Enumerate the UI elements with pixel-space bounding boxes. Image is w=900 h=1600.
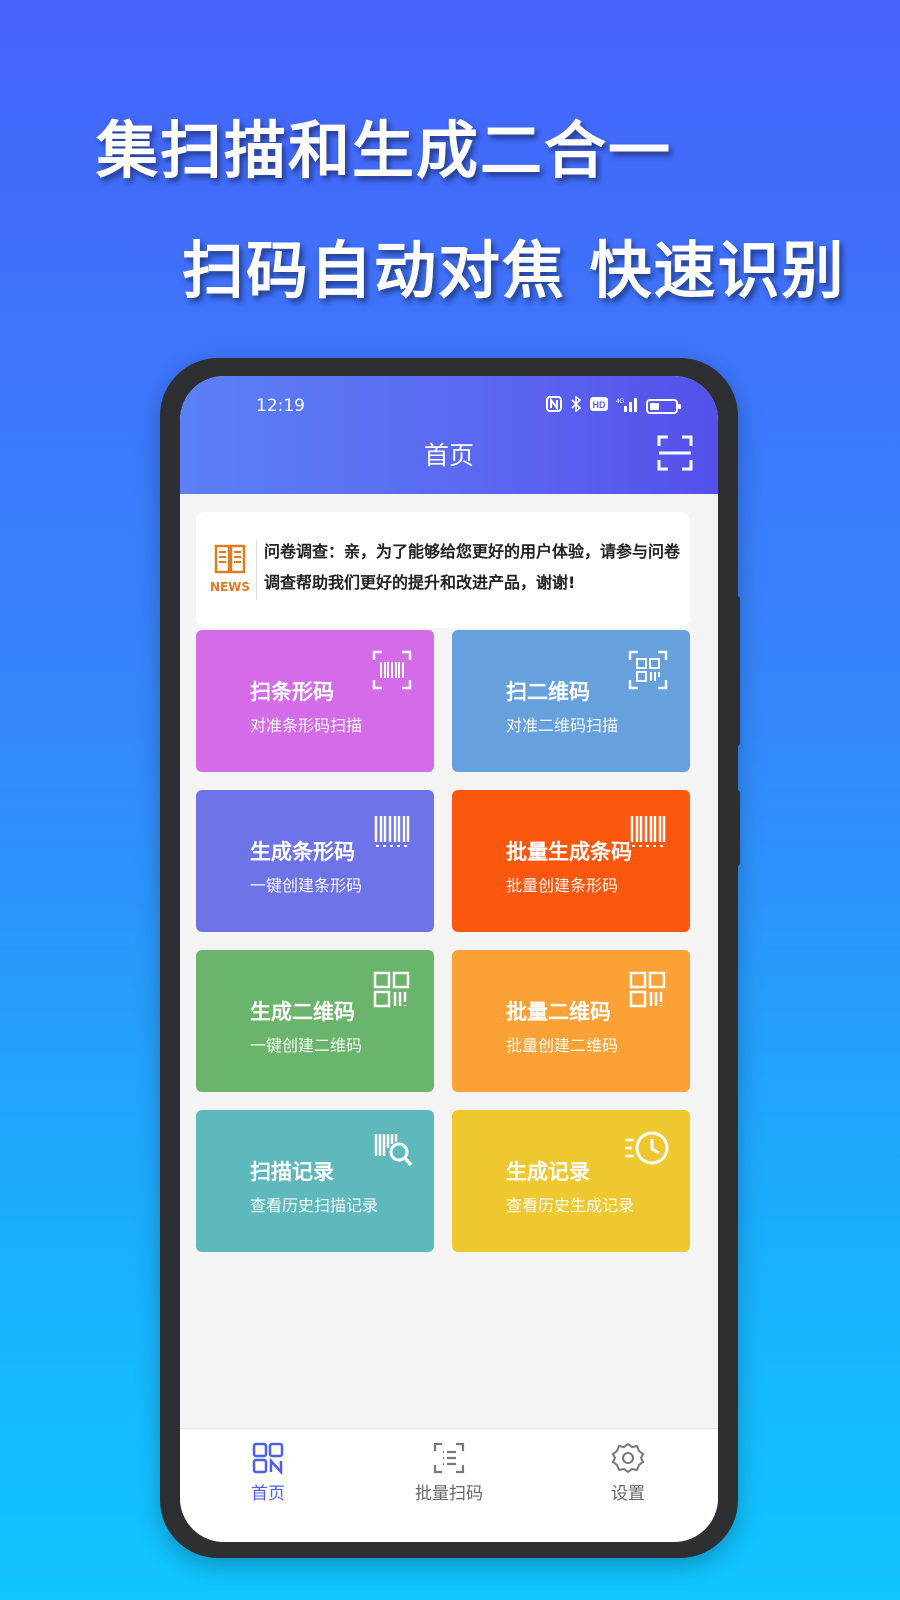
card-subtitle: 对准二维码扫描	[506, 716, 619, 735]
card-title: 扫条形码	[250, 680, 334, 704]
card-subtitle: 一键创建条形码	[250, 876, 363, 895]
svg-text:HD: HD	[593, 400, 606, 410]
tab-label: 设置	[611, 1484, 645, 1504]
status-bar-icons: HD 4G	[546, 395, 681, 416]
card-generate-qrcode[interactable]: 生成二维码 一键创建二维码	[196, 950, 434, 1092]
card-subtitle: 批量创建二维码	[506, 1036, 619, 1055]
home-grid-icon	[252, 1442, 284, 1475]
phone-screen: 12:19 HD 4G 首页 NEWS 问卷调查：亲，为了能够给您更好的用户体验…	[180, 376, 718, 1542]
svg-text:4G: 4G	[616, 399, 624, 405]
card-subtitle: 查看历史生成记录	[506, 1196, 635, 1215]
scan-button[interactable]	[656, 434, 694, 472]
batch-scan-icon	[433, 1442, 465, 1474]
tab-batch-scan[interactable]: 批量扫码	[389, 1441, 509, 1504]
card-title: 批量二维码	[506, 1000, 611, 1024]
card-scan-history[interactable]: 扫描记录 查看历史扫描记录	[196, 1110, 434, 1252]
promo-headline-1: 集扫描和生成二合一	[96, 114, 673, 187]
card-title: 生成记录	[506, 1160, 590, 1184]
status-time: 12:19	[256, 396, 305, 416]
news-text: 问卷调查：亲，为了能够给您更好的用户体验，请参与问卷调查帮助我们更好的提升和改进…	[264, 542, 681, 592]
barcode-icon	[374, 816, 410, 847]
card-batch-barcode[interactable]: 批量生成条码 批量创建条形码	[452, 790, 690, 932]
settings-gear-icon	[611, 1442, 645, 1474]
scan-barcode-icon	[372, 650, 412, 690]
bottom-tab-bar: 首页 批量扫码 设置	[180, 1428, 718, 1542]
card-generate-history[interactable]: 生成记录 查看历史生成记录	[452, 1110, 690, 1252]
page-title: 首页	[423, 441, 474, 470]
scan-qrcode-icon	[628, 650, 668, 690]
news-badge-label: NEWS	[209, 580, 251, 594]
card-title: 批量生成条码	[506, 840, 632, 864]
card-title: 生成条形码	[250, 840, 355, 864]
tab-label: 首页	[251, 1484, 285, 1504]
phone-side-button-volume	[732, 596, 740, 746]
tab-label: 批量扫码	[415, 1484, 483, 1504]
history-clock-icon	[625, 1131, 669, 1165]
card-scan-qrcode[interactable]: 扫二维码 对准二维码扫描	[452, 630, 690, 772]
tab-home[interactable]: 首页	[208, 1441, 328, 1504]
phone-side-button-power	[732, 790, 740, 866]
nfc-icon	[546, 396, 562, 416]
scan-frame-icon	[657, 435, 693, 471]
card-subtitle: 一键创建二维码	[250, 1036, 363, 1055]
card-subtitle: 查看历史扫描记录	[250, 1196, 379, 1215]
hd-icon: HD	[590, 397, 608, 415]
app-header: 12:19 HD 4G 首页	[180, 376, 718, 494]
qrcode-icon	[373, 971, 410, 1008]
barcode-icon	[630, 816, 666, 847]
card-subtitle: 批量创建条形码	[506, 876, 619, 895]
signal-icon: 4G	[616, 396, 638, 416]
battery-icon	[646, 398, 681, 414]
card-batch-qrcode[interactable]: 批量二维码 批量创建二维码	[452, 950, 690, 1092]
card-title: 生成二维码	[250, 1000, 355, 1024]
promo-headline-2: 扫码自动对焦 快速识别	[182, 234, 846, 307]
card-scan-barcode[interactable]: 扫条形码 对准条形码扫描	[196, 630, 434, 772]
card-generate-barcode[interactable]: 生成条形码 一键创建条形码	[196, 790, 434, 932]
card-title: 扫描记录	[250, 1160, 334, 1184]
news-banner[interactable]: NEWS 问卷调查：亲，为了能够给您更好的用户体验，请参与问卷调查帮助我们更好的…	[196, 512, 690, 628]
tab-settings[interactable]: 设置	[568, 1441, 688, 1504]
barcode-search-icon	[374, 1134, 413, 1167]
qrcode-icon	[629, 971, 666, 1008]
news-divider	[256, 540, 257, 600]
card-subtitle: 对准条形码扫描	[250, 716, 363, 735]
card-title: 扫二维码	[506, 680, 590, 704]
bluetooth-icon	[570, 395, 582, 416]
news-icon: NEWS	[208, 542, 252, 594]
